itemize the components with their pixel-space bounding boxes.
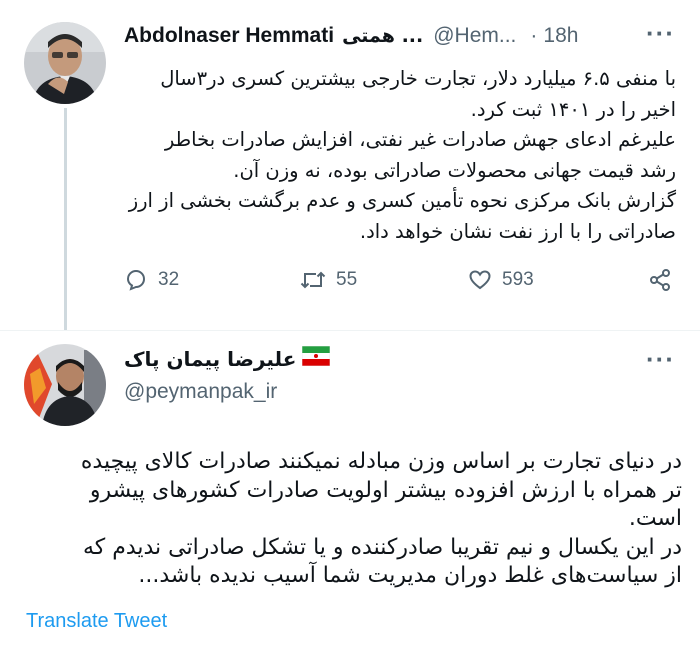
avatar-hemmati[interactable] xyxy=(24,22,106,104)
author-name[interactable]: Abdolnaser Hemmati xyxy=(124,24,334,48)
author-name[interactable]: علیرضا پیمان پاک xyxy=(124,347,296,371)
tweet1-header: Abdolnaser Hemmati همتی ... @Hem... · 18… xyxy=(124,24,578,48)
tweet2-header: علیرضا پیمان پاک xyxy=(124,345,331,371)
author-handle[interactable]: @peymanpak_ir xyxy=(124,380,277,404)
tweet2-handle-row: @peymanpak_ir xyxy=(124,380,277,404)
author-name-rtl[interactable]: همتی ... xyxy=(342,25,423,47)
tweet2-line: است. xyxy=(628,506,682,531)
like-button[interactable]: 593 xyxy=(468,268,534,292)
retweet-count: 55 xyxy=(336,269,358,290)
more-icon[interactable]: ··· xyxy=(646,20,675,46)
tweet1-line: گزارش بانک مرکزی نحوه تأمین کسری و عدم ب… xyxy=(128,189,676,212)
tweet1-line: صادراتی را با ارز نفت نشان خواهد داد. xyxy=(359,219,676,243)
tweet-divider xyxy=(0,330,700,331)
iran-flag-icon xyxy=(302,345,331,371)
tweet2-line: تر همراه با ارزش افزوده بیشتر اولویت صاد… xyxy=(89,477,682,503)
avatar-peymanpak[interactable] xyxy=(24,344,106,426)
tweet2-line: از سیاست‌های غلط دوران مدیریت شما آسیب ن… xyxy=(138,563,682,588)
more-icon[interactable]: ··· xyxy=(646,346,675,372)
tweet1-actions: 32 55 593 xyxy=(120,268,680,308)
share-icon xyxy=(650,269,670,291)
separator-dot: · xyxy=(530,24,538,47)
tweet-time[interactable]: 18h xyxy=(543,24,578,48)
like-icon xyxy=(469,270,491,290)
tweet2-line: در دنیای تجارت بر اساس وزن مبادله نمیکنن… xyxy=(80,449,682,474)
tweet1-line: با منفی ۶.۵ میلیارد دلار، تجارت خارجی بی… xyxy=(160,67,676,90)
author-handle[interactable]: @Hem... xyxy=(433,24,516,48)
translate-tweet-link[interactable]: Translate Tweet xyxy=(26,610,167,633)
tweet1-line: اخیر را در ۱۴۰۱ ثبت کرد. xyxy=(470,97,676,121)
reply-button[interactable]: 32 xyxy=(124,268,179,292)
like-count: 593 xyxy=(502,269,534,290)
share-button[interactable] xyxy=(648,268,672,292)
retweet-icon xyxy=(300,271,326,289)
reply-icon xyxy=(126,269,146,291)
tweet2-line: در این یکسال و نیم تقریبا صادرکننده و یا… xyxy=(82,534,682,560)
thread-connector-line xyxy=(64,108,67,330)
retweet-button[interactable]: 55 xyxy=(300,268,357,292)
reply-count: 32 xyxy=(158,269,180,290)
tweet1-line: رشد قیمت جهانی محصولات صادراتی بوده، نه … xyxy=(233,158,676,182)
tweet1-body: با منفی ۶.۵ میلیارد دلار، تجارت خارجی بی… xyxy=(122,64,676,247)
tweet2-body: در دنیای تجارت بر اساس وزن مبادله نمیکنن… xyxy=(22,448,682,591)
tweet1-line: علیرغم ادعای جهش صادرات غیر نفتی، افزایش… xyxy=(164,128,676,151)
